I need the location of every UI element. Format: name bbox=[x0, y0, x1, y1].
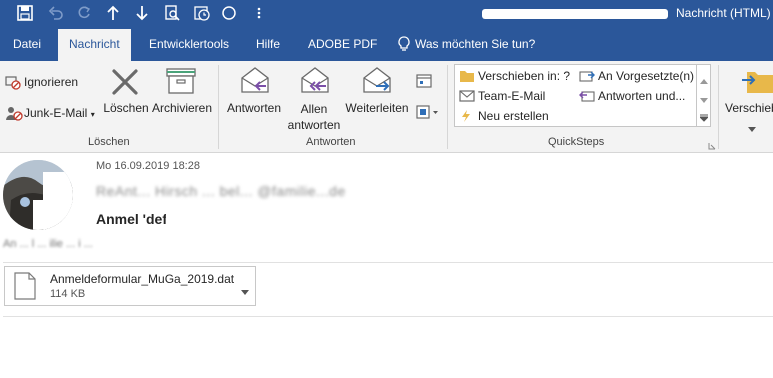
folder-icon bbox=[459, 69, 475, 86]
time-icon[interactable] bbox=[193, 4, 211, 22]
attachment-name: Anmeldeformular_MuGa_2019.dat bbox=[50, 272, 235, 286]
ribbon-separator bbox=[218, 65, 219, 149]
print-preview-icon[interactable] bbox=[163, 4, 181, 22]
meeting-icon[interactable] bbox=[416, 73, 432, 92]
quickstep-move-to[interactable]: Verschieben in: ? bbox=[478, 69, 570, 83]
move-folder-icon bbox=[742, 66, 773, 97]
forward-button[interactable]: Weiterleiten bbox=[343, 101, 411, 115]
circle-icon[interactable] bbox=[220, 4, 238, 22]
ribbon: Ignorieren Junk-E-Mail ▾ Löschen Archivi… bbox=[0, 61, 773, 153]
tab-datei[interactable]: Datei bbox=[13, 27, 41, 61]
attachment-divider bbox=[3, 316, 773, 317]
received-date: Mo 16.09.2019 18:28 bbox=[96, 160, 200, 172]
quickstep-reply-and[interactable]: Antworten und... bbox=[598, 89, 685, 103]
arrow-down-icon[interactable] bbox=[133, 4, 151, 22]
tab-hilfe[interactable]: Hilfe bbox=[256, 27, 280, 61]
junk-icon bbox=[5, 105, 23, 124]
team-email-icon bbox=[459, 89, 475, 106]
reply-all-button[interactable]: Allen antworten bbox=[287, 101, 341, 133]
sender-address[interactable]: ReAnt... Hirsch ... bel... @familie...de bbox=[96, 183, 346, 199]
header-divider bbox=[3, 262, 773, 263]
tab-entwicklertools[interactable]: Entwicklertools bbox=[149, 27, 229, 61]
archive-icon bbox=[166, 67, 196, 98]
group-label-antworten: Antworten bbox=[306, 136, 356, 148]
delete-x-icon bbox=[110, 67, 140, 100]
chevron-down-icon[interactable] bbox=[241, 284, 249, 298]
quicksteps-scroller[interactable] bbox=[697, 64, 711, 127]
reply-all-label-line1: Allen bbox=[300, 102, 328, 116]
junk-email-label: Junk-E-Mail bbox=[24, 106, 88, 120]
reply-all-icon bbox=[298, 66, 330, 97]
tab-adobe-pdf[interactable]: ADOBE PDF bbox=[308, 27, 377, 61]
ignore-icon bbox=[5, 74, 21, 93]
group-label-loeschen: Löschen bbox=[88, 136, 130, 148]
archive-button[interactable]: Archivieren bbox=[151, 101, 213, 115]
arrow-up-icon[interactable] bbox=[104, 4, 122, 22]
ribbon-separator bbox=[718, 65, 719, 149]
ribbon-separator bbox=[447, 65, 448, 149]
save-icon[interactable] bbox=[16, 4, 34, 22]
chevron-down-icon bbox=[748, 121, 756, 135]
tell-me-search[interactable]: Was möchten Sie tun? bbox=[415, 27, 535, 61]
attachment-card[interactable]: Anmeldeformular_MuGa_2019.dat 114 KB bbox=[4, 266, 256, 306]
recipient-line[interactable]: An ... l ... ilie ... i ... bbox=[3, 238, 93, 250]
ribbon-tab-row: Datei Nachricht Entwicklertools Hilfe AD… bbox=[0, 27, 773, 61]
move-button[interactable]: Verschiebe bbox=[725, 101, 773, 115]
reply-delete-icon bbox=[579, 89, 595, 106]
more-respond-icon[interactable] bbox=[416, 104, 440, 123]
quicksteps-gallery: Verschieben in: ? Team-E-Mail Neu erstel… bbox=[454, 64, 697, 127]
reply-button[interactable]: Antworten bbox=[223, 101, 285, 115]
lightning-icon bbox=[459, 109, 473, 126]
more-icon[interactable] bbox=[250, 4, 268, 22]
to-manager-icon bbox=[579, 69, 595, 86]
quickstep-to-manager[interactable]: An Vorgesetzte(n) bbox=[598, 69, 694, 83]
window-title: Nachricht (HTML) bbox=[676, 6, 771, 20]
expand-gallery-icon[interactable] bbox=[698, 111, 710, 125]
scroll-up-icon[interactable] bbox=[700, 73, 708, 87]
reply-all-label-line2: antworten bbox=[287, 118, 341, 132]
chevron-down-icon: ▾ bbox=[90, 110, 95, 119]
attachment-size: 114 KB bbox=[50, 288, 86, 300]
quickstep-team-email[interactable]: Team-E-Mail bbox=[478, 89, 545, 103]
undo-icon[interactable] bbox=[47, 4, 65, 22]
avatar bbox=[3, 160, 73, 230]
redo-icon[interactable] bbox=[75, 4, 93, 22]
dialog-launcher-icon[interactable] bbox=[708, 139, 716, 153]
quickstep-create-new[interactable]: Neu erstellen bbox=[478, 109, 549, 123]
reply-icon bbox=[240, 66, 270, 97]
redacted-title-block bbox=[482, 9, 668, 19]
title-bar: Nachricht (HTML) bbox=[0, 0, 773, 27]
redacted-subject-block bbox=[166, 209, 270, 231]
scroll-down-icon[interactable] bbox=[700, 93, 708, 107]
group-label-quicksteps: QuickSteps bbox=[548, 136, 605, 148]
junk-email-button[interactable]: Junk-E-Mail ▾ bbox=[24, 106, 95, 120]
tab-nachricht[interactable]: Nachricht bbox=[58, 29, 131, 61]
lightbulb-icon[interactable] bbox=[397, 36, 411, 55]
delete-button[interactable]: Löschen bbox=[103, 101, 149, 115]
file-icon bbox=[14, 272, 36, 303]
ignore-button[interactable]: Ignorieren bbox=[24, 75, 78, 89]
forward-icon bbox=[362, 66, 392, 97]
